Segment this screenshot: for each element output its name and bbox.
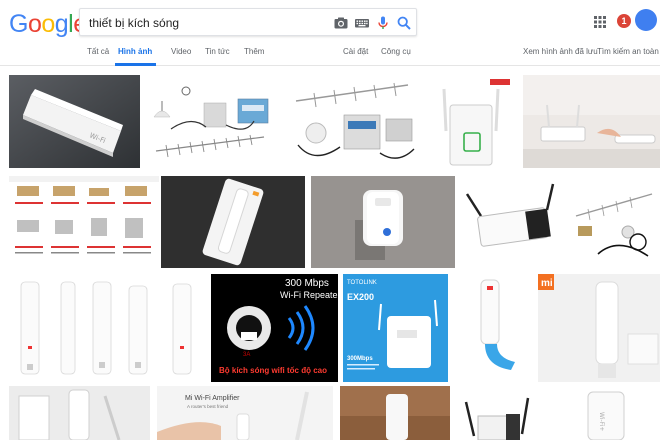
image-result[interactable]: mi — [538, 274, 660, 382]
logo-letter: G — [9, 10, 28, 38]
search-icon[interactable] — [396, 15, 412, 31]
tab-more[interactable]: Thêm — [244, 47, 264, 56]
camera-icon[interactable] — [333, 15, 349, 31]
ex200-brand: TOTOLINK — [347, 280, 377, 286]
result-thumbnail — [461, 176, 561, 268]
safesearch-toggle[interactable]: Tìm kiếm an toàn▼ — [597, 47, 660, 56]
repeater-caption: Bộ kích sóng wifi tốc độ cao — [219, 366, 327, 375]
mi-amplifier-subtitle: A router's best friend — [187, 404, 229, 409]
search-input[interactable] — [89, 14, 319, 32]
tab-settings[interactable]: Cài đặt — [343, 47, 368, 56]
result-thumbnail: Mi Wi-Fi Amplifier A router's best frien… — [157, 386, 333, 440]
result-thumbnail — [9, 274, 202, 382]
ex200-model: EX200 — [347, 292, 374, 302]
result-thumbnail — [146, 75, 278, 168]
header: Google — [0, 0, 660, 66]
result-thumbnail: Wi-Fi+ — [548, 386, 660, 440]
image-result[interactable] — [9, 386, 150, 440]
tab-all[interactable]: Tất cả — [87, 47, 109, 56]
google-logo[interactable]: Google — [9, 9, 87, 39]
result-thumbnail — [9, 386, 150, 440]
image-result[interactable]: Wi-Fi+ — [548, 386, 660, 440]
tab-news[interactable]: Tin tức — [205, 47, 230, 56]
safesearch-label: Tìm kiếm an toàn — [597, 47, 659, 56]
result-thumbnail — [161, 176, 305, 268]
logo-letter: o — [27, 10, 42, 38]
svg-text:3A: 3A — [243, 352, 250, 358]
image-result[interactable] — [340, 386, 450, 440]
logo-letter: g — [54, 10, 69, 38]
microphone-icon[interactable] — [375, 15, 391, 31]
repeater-headline: 300 Mbps — [285, 278, 329, 289]
result-thumbnail — [456, 386, 541, 440]
result-thumbnail: Wi-Fi — [9, 75, 140, 168]
image-result[interactable] — [284, 75, 422, 168]
image-result[interactable] — [161, 176, 305, 268]
keyboard-icon[interactable] — [354, 15, 370, 31]
search-box — [79, 8, 417, 36]
tab-videos[interactable]: Video — [171, 47, 191, 56]
image-result[interactable] — [9, 274, 202, 382]
image-result[interactable] — [9, 176, 159, 268]
image-result[interactable]: Mi Wi-Fi Amplifier A router's best frien… — [157, 386, 333, 440]
result-thumbnail — [284, 75, 422, 168]
ex200-speed: 300Mbps — [347, 356, 373, 362]
result-thumbnail — [311, 176, 455, 268]
image-results-grid: Wi-Fi 300 Mbps Wi-Fi Repeater 3A Bộ kích… — [0, 66, 660, 440]
tab-images[interactable]: Hình ảnh — [118, 47, 152, 56]
search-tabs: Tất cả Hình ảnh Video Tin tức Thêm Cài đ… — [0, 42, 660, 66]
mi-logo: mi — [541, 278, 553, 289]
svg-text:Wi-Fi+: Wi-Fi+ — [598, 412, 605, 431]
avatar[interactable] — [635, 9, 657, 31]
image-result[interactable] — [461, 176, 561, 268]
result-thumbnail: mi — [538, 274, 660, 382]
image-result[interactable] — [455, 274, 531, 382]
result-thumbnail — [455, 274, 531, 382]
result-thumbnail — [9, 176, 159, 268]
image-result[interactable] — [568, 176, 660, 268]
apps-grid-icon[interactable] — [594, 16, 606, 28]
logo-letter: o — [41, 10, 55, 38]
image-result[interactable] — [311, 176, 455, 268]
result-thumbnail: TOTOLINK EX200 300Mbps — [343, 274, 448, 382]
image-result[interactable]: TOTOLINK EX200 300Mbps — [343, 274, 448, 382]
image-result[interactable] — [432, 75, 513, 168]
image-result[interactable]: Wi-Fi — [9, 75, 140, 168]
result-thumbnail — [523, 75, 660, 168]
result-thumbnail — [432, 75, 513, 168]
saved-images-link[interactable]: Xem hình ảnh đã lưu — [523, 47, 598, 56]
image-result[interactable] — [146, 75, 278, 168]
notification-badge[interactable]: 1 — [617, 14, 631, 28]
image-result[interactable]: 300 Mbps Wi-Fi Repeater 3A Bộ kích sóng … — [211, 274, 338, 382]
mi-amplifier-title: Mi Wi-Fi Amplifier — [185, 395, 240, 402]
repeater-subtitle: Wi-Fi Repeater — [280, 290, 338, 300]
result-thumbnail — [568, 176, 660, 268]
tab-tools[interactable]: Công cụ — [381, 47, 411, 56]
image-result[interactable] — [523, 75, 660, 168]
result-thumbnail: 300 Mbps Wi-Fi Repeater 3A Bộ kích sóng … — [211, 274, 338, 382]
image-result[interactable] — [456, 386, 541, 440]
result-thumbnail — [340, 386, 450, 440]
